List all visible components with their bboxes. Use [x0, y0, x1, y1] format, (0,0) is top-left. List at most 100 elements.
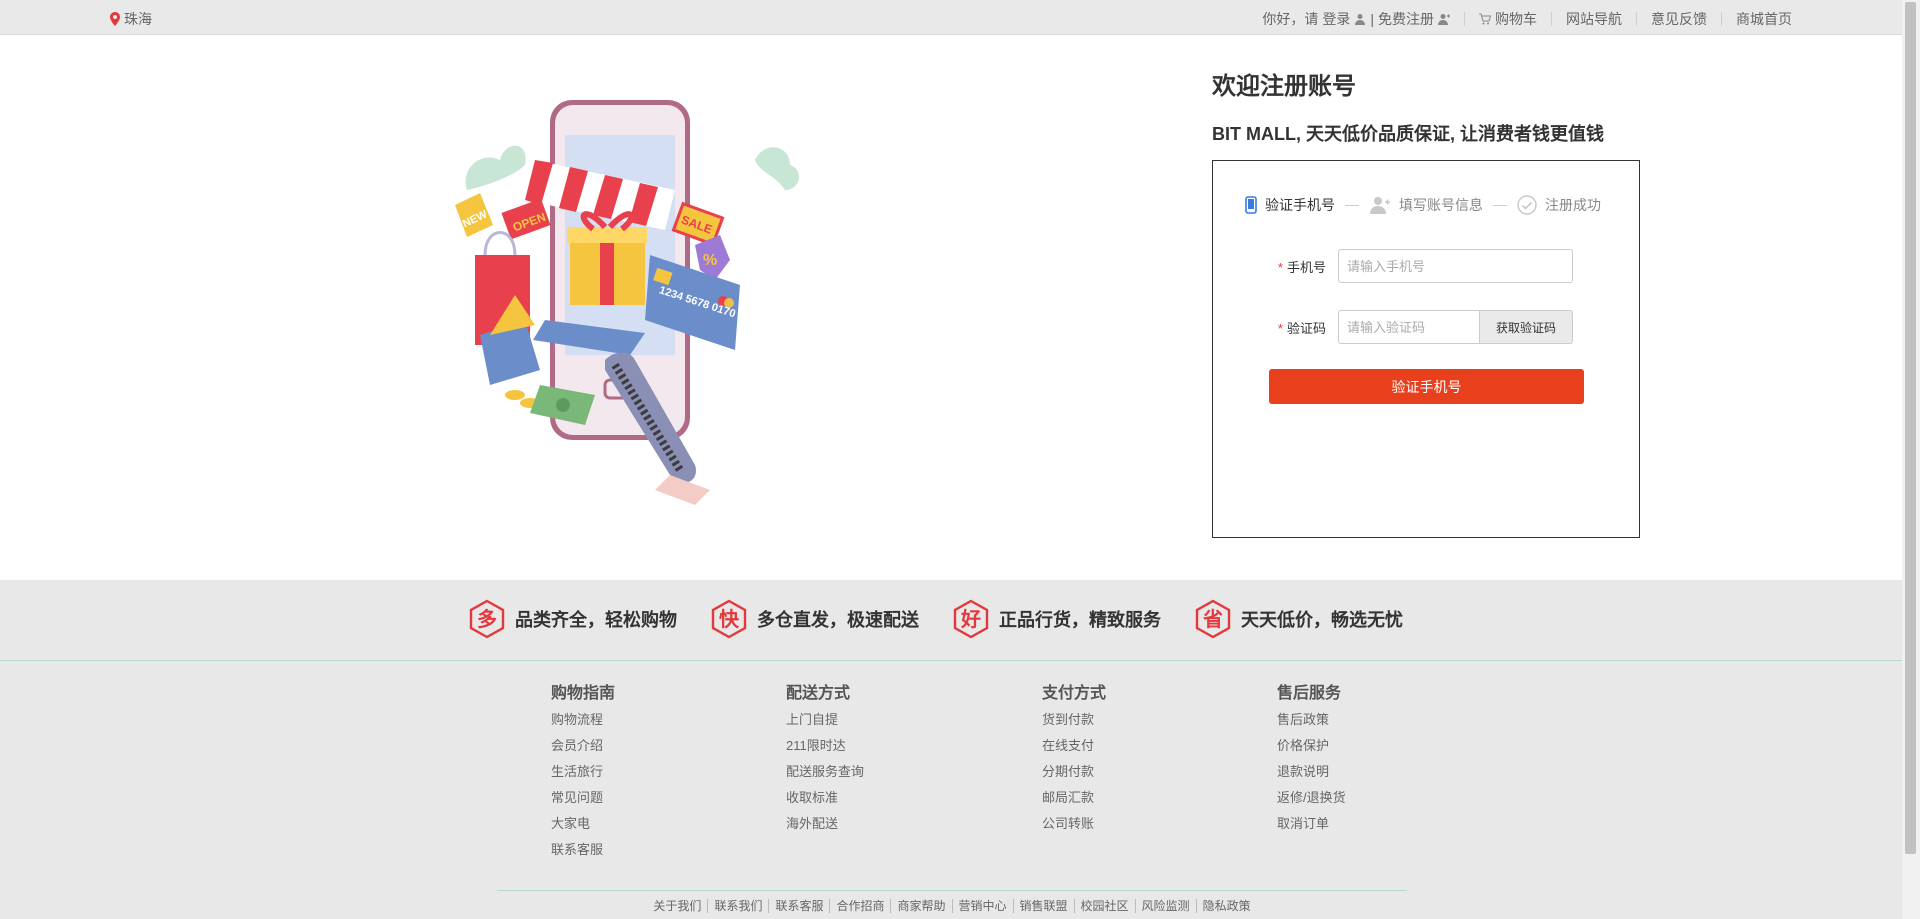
step-connector	[1345, 204, 1359, 206]
step-label: 填写账号信息	[1399, 197, 1483, 213]
register-panel: 验证手机号 填写账号信息 注册成功 *手机号 *验证码	[1212, 160, 1640, 538]
location-label: 珠海	[124, 11, 152, 27]
get-code-button[interactable]: 获取验证码	[1480, 310, 1573, 344]
promise-item: 好 正品行货，精致服务	[951, 599, 1161, 639]
footer-link[interactable]: 货到付款	[1042, 707, 1106, 733]
footer-link[interactable]: 联系客服	[551, 837, 615, 863]
step-verify-phone: 验证手机号	[1245, 195, 1335, 215]
svg-text:%: %	[703, 252, 717, 269]
footer-link[interactable]: 公司转账	[1042, 811, 1106, 837]
promise-text: 多仓直发，极速配送	[757, 610, 919, 630]
code-label: * 验证码	[1277, 320, 1326, 336]
bottom-link[interactable]: 营销中心	[952, 899, 1014, 913]
promise-item: 多 品类齐全，轻松购物	[467, 599, 677, 639]
scrollbar-thumb[interactable]	[1905, 2, 1916, 854]
phone-icon	[1245, 196, 1257, 214]
promise-list: 多 品类齐全，轻松购物 快 多仓直发，极速配送 好 正品行货，精致服务 省 天天…	[467, 599, 1403, 639]
nav-separator	[1464, 12, 1465, 26]
add-user-icon	[1370, 197, 1390, 214]
cart-link[interactable]: 购物车	[1495, 9, 1537, 29]
shopping-illustration: OPEN NEW SALE % 1234 5678 0170 0920	[455, 100, 800, 505]
step-label: 注册成功	[1545, 197, 1601, 213]
footer-link[interactable]: 211限时达	[786, 733, 864, 759]
check-circle-icon	[1517, 195, 1537, 215]
phone-input[interactable]	[1338, 249, 1573, 283]
step-success: 注册成功	[1517, 195, 1601, 215]
footer-link[interactable]: 返修/退换货	[1277, 785, 1346, 811]
footer-link[interactable]: 配送服务查询	[786, 759, 864, 785]
bottom-link[interactable]: 联系客服	[769, 899, 831, 913]
svg-text:多: 多	[477, 607, 497, 631]
top-bar: 珠海 你好，请 登录 | 免费注册 购物车 网站导航 意见反馈 商城首页	[0, 0, 1902, 35]
promise-text: 正品行货，精致服务	[999, 610, 1161, 630]
promise-text: 天天低价，畅选无忧	[1241, 610, 1403, 630]
bottom-link[interactable]: 校园社区	[1074, 899, 1136, 913]
footer: 购物指南 购物流程 会员介绍 生活旅行 常见问题 大家电 联系客服 配送方式 上…	[0, 661, 1902, 919]
code-input-group: 获取验证码	[1338, 310, 1573, 344]
footer-link[interactable]: 生活旅行	[551, 759, 615, 785]
footer-link[interactable]: 价格保护	[1277, 733, 1346, 759]
code-input[interactable]	[1338, 310, 1480, 344]
top-nav: 你好，请 登录 | 免费注册 购物车 网站导航 意见反馈 商城首页	[1262, 9, 1792, 29]
hexagon-badge-icon: 快	[711, 599, 747, 639]
footer-link[interactable]: 分期付款	[1042, 759, 1106, 785]
footer-column-payment: 支付方式 货到付款 在线支付 分期付款 邮局汇款 公司转账	[1042, 679, 1106, 837]
register-link[interactable]: 免费注册	[1378, 9, 1434, 29]
slogan-text: BIT MALL, 天天低价品质保证, 让消费者钱更值钱	[1212, 124, 1604, 144]
step-fill-account: 填写账号信息	[1369, 195, 1483, 215]
greeting-text: 你好，请	[1262, 11, 1319, 27]
footer-column-title: 购物指南	[551, 685, 616, 702]
footer-link[interactable]: 大家电	[551, 811, 615, 837]
bottom-link[interactable]: 联系我们	[708, 899, 770, 913]
footer-link[interactable]: 邮局汇款	[1042, 785, 1106, 811]
promise-item: 快 多仓直发，极速配送	[709, 599, 919, 639]
nav-separator	[1636, 12, 1637, 26]
bottom-link[interactable]: 销售联盟	[1013, 899, 1075, 913]
page-scrollbar[interactable]	[1902, 0, 1920, 919]
bottom-link[interactable]: 风险监测	[1135, 899, 1197, 913]
location-selector[interactable]: 珠海	[110, 9, 152, 29]
svg-text:省: 省	[1202, 607, 1223, 631]
bottom-link[interactable]: 关于我们	[647, 899, 709, 913]
user-icon	[1355, 14, 1366, 25]
nav-separator	[1551, 12, 1552, 26]
code-row: *验证码 获取验证码	[1213, 310, 1573, 344]
footer-link[interactable]: 会员介绍	[551, 733, 615, 759]
cart-icon	[1479, 13, 1491, 25]
footer-link[interactable]: 常见问题	[551, 785, 615, 811]
footer-column-delivery: 配送方式 上门自提 211限时达 配送服务查询 收取标准 海外配送	[786, 679, 864, 837]
footer-link[interactable]: 在线支付	[1042, 733, 1106, 759]
step-label: 验证手机号	[1265, 197, 1335, 213]
footer-link[interactable]: 购物流程	[551, 707, 615, 733]
hexagon-badge-icon: 省	[1195, 599, 1231, 639]
svg-text:好: 好	[960, 607, 981, 631]
footer-link[interactable]: 售后政策	[1277, 707, 1346, 733]
nav-separator	[1721, 12, 1722, 26]
footer-link[interactable]: 退款说明	[1277, 759, 1346, 785]
hexagon-badge-icon: 多	[469, 599, 505, 639]
footer-link[interactable]: 上门自提	[786, 707, 864, 733]
login-link[interactable]: 登录	[1322, 9, 1350, 29]
home-link[interactable]: 商城首页	[1736, 9, 1792, 29]
bottom-link[interactable]: 隐私政策	[1197, 899, 1257, 913]
hexagon-badge-icon: 好	[953, 599, 989, 639]
verify-phone-button[interactable]: 验证手机号	[1269, 369, 1584, 404]
promise-item: 省 天天低价，畅选无忧	[1193, 599, 1403, 639]
bottom-link[interactable]: 合作招商	[830, 899, 892, 913]
add-user-icon	[1438, 14, 1450, 25]
phone-row: * 手机号	[1213, 249, 1573, 283]
site-nav-link[interactable]: 网站导航	[1566, 9, 1622, 29]
footer-column-title: 售后服务	[1277, 685, 1342, 702]
feedback-link[interactable]: 意见反馈	[1651, 9, 1707, 29]
footer-column-shopping-guide: 购物指南 购物流程 会员介绍 生活旅行 常见问题 大家电 联系客服	[551, 679, 615, 863]
register-steps: 验证手机号 填写账号信息 注册成功	[1245, 195, 1601, 215]
step-connector	[1493, 204, 1507, 206]
location-pin-icon	[110, 12, 120, 26]
promise-band: 多 品类齐全，轻松购物 快 多仓直发，极速配送 好 正品行货，精致服务 省 天天…	[0, 580, 1902, 661]
required-mark: *	[1277, 259, 1283, 275]
footer-link[interactable]: 取消订单	[1277, 811, 1346, 837]
footer-link[interactable]: 海外配送	[786, 811, 864, 837]
svg-text:快: 快	[719, 607, 740, 631]
footer-link[interactable]: 收取标准	[786, 785, 864, 811]
bottom-link[interactable]: 商家帮助	[891, 899, 953, 913]
